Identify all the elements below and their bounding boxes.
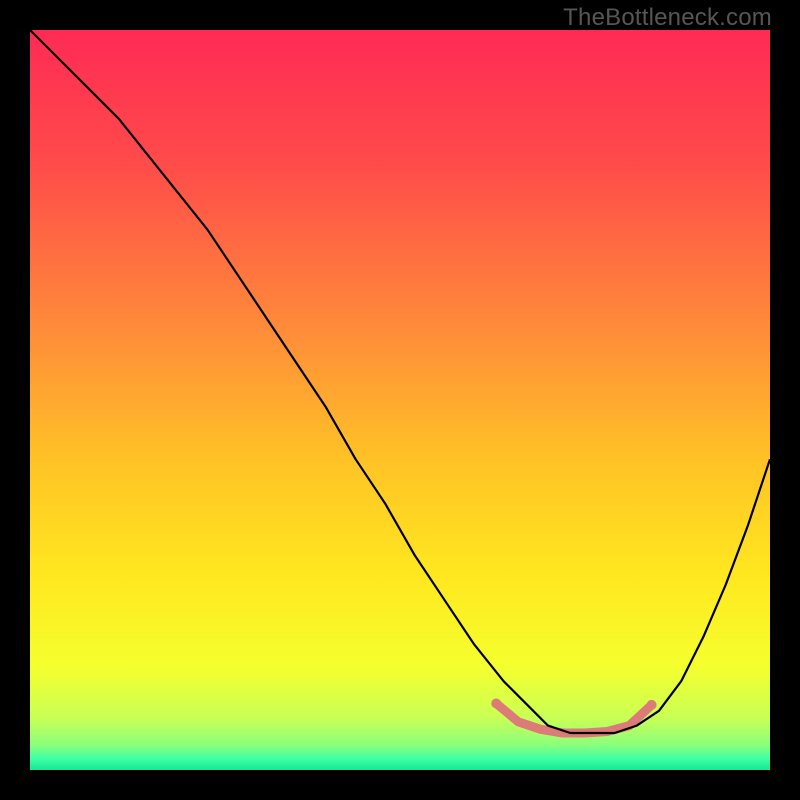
watermark-text: TheBottleneck.com xyxy=(563,4,772,32)
bottleneck-chart xyxy=(30,30,770,770)
